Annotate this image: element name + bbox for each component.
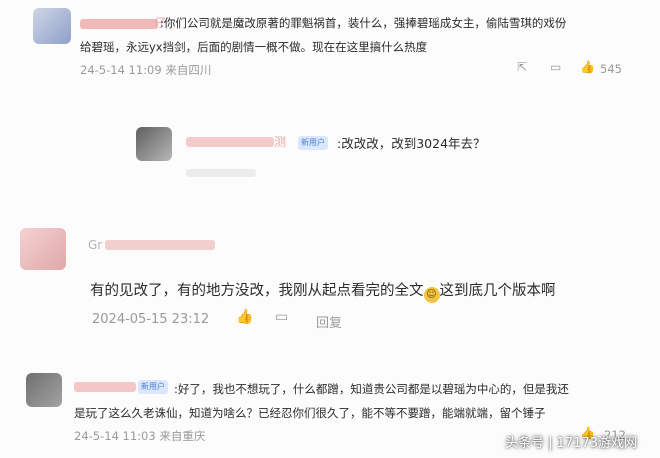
share-icon[interactable]: ⇱ [517,60,527,74]
reply-button[interactable]: 回复 [316,312,342,331]
reply-text: :改改改，改到3024年去？ [337,136,486,151]
username-fragment: Gr [88,238,103,252]
comment-timestamp: 24-5-14 11:03 来自重庆 [74,429,206,443]
username-blurred[interactable] [105,240,215,250]
avatar[interactable] [26,373,62,407]
smile-emoji-icon: ☺ [423,287,440,303]
comment-text-line-1: :你们公司就是魔改原著的罪魁祸首，装什么，强捧碧瑶成女主，偷陆雪琪的戏份 [160,16,567,30]
comment-text-before: 有的见改了，有的地方没改，我刚从起点看完的全文 [90,283,424,299]
username-suffix: 测 [274,135,287,149]
comment-text: 有的见改了，有的地方没改，我刚从起点看完的全文 ☺ 这到底几个版本啊 [90,279,556,303]
avatar[interactable] [33,8,71,44]
comment-timestamp: 24-5-14 11:09 来自四川 [80,63,212,77]
meta-blurred [186,169,256,177]
comment-text-line-2: 是玩了这么久老诛仙，知道为啥么？已经忍你们很久了，能不等不要蹭，能端就端，留个锤… [74,406,546,420]
like-count: 545 [600,62,622,76]
comment-text-after: 这到底几个版本啊 [439,283,556,299]
avatar[interactable] [20,228,66,270]
comment-icon[interactable]: ▭ [550,60,561,74]
comment-timestamp: 2024-05-15 23:12 [92,312,210,327]
new-user-badge: 新用户 [298,136,328,150]
like-icon[interactable]: 👍 [580,60,595,74]
username-blurred[interactable] [80,19,158,29]
comment-text-line-1: :好了，我也不想玩了，什么都蹭，知道贵公司都是以碧瑶为中心的，但是我还 [174,382,569,396]
comment-text-line-2: 给碧瑶，永远yx挡剑，后面的剧情一概不做。现在在这里搞什么热度 [80,40,428,54]
username-blurred[interactable] [186,137,274,147]
username-blurred[interactable] [74,382,136,392]
like-icon[interactable]: 👍 [236,309,253,325]
watermark: 头条号 | 17173游戏网 [505,436,637,451]
avatar[interactable] [136,127,172,161]
new-user-badge: 新用户 [138,380,168,394]
comment-icon[interactable]: ▭ [275,309,288,325]
